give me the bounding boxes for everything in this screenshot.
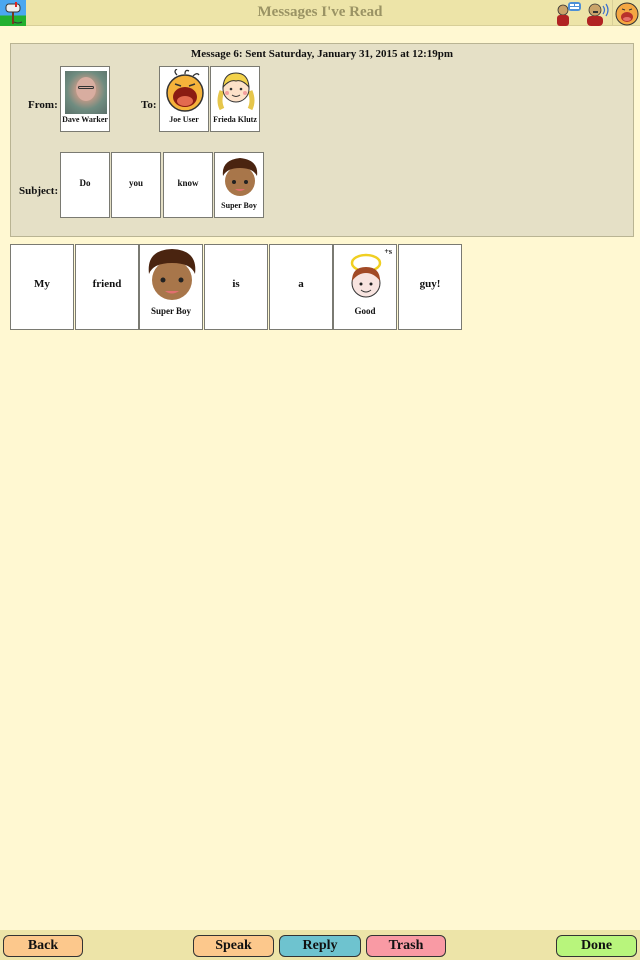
to-label: To:: [141, 99, 157, 111]
subject-word: you: [128, 178, 143, 188]
speak-icon[interactable]: [583, 0, 611, 26]
subject-label: Subject:: [19, 185, 59, 197]
subject-word: Do: [79, 178, 91, 188]
body-word: is: [232, 278, 240, 290]
super-boy-icon: [148, 249, 196, 300]
back-button[interactable]: Back: [3, 935, 83, 957]
footer-toolbar: Back Speak Reply Trash Done: [0, 930, 640, 960]
reply-button[interactable]: Reply: [279, 935, 361, 957]
girl-pigtails-icon: [217, 72, 255, 111]
subject-word: know: [177, 178, 199, 188]
subject-word-card[interactable]: Super Boy: [214, 152, 264, 218]
body-word-card[interactable]: guy!: [398, 244, 462, 330]
body-word-card[interactable]: friend: [75, 244, 139, 330]
body-word: a: [298, 278, 304, 290]
trash-button[interactable]: Trash: [366, 935, 446, 957]
super-boy-icon: [222, 158, 258, 196]
from-label: From:: [28, 99, 58, 111]
body-word: friend: [92, 278, 122, 290]
recipient-card[interactable]: Joe User: [159, 66, 209, 132]
photo-dave-warker: [65, 71, 107, 114]
body-word: guy!: [419, 278, 441, 290]
recipient-card[interactable]: Frieda Klutz: [210, 66, 260, 132]
laughing-face-icon: [166, 69, 204, 112]
subject-word: Super Boy: [221, 201, 257, 210]
body-word-card[interactable]: My: [10, 244, 74, 330]
page-title: Messages I've Read: [257, 4, 383, 20]
body-word-card[interactable]: +s Good: [333, 244, 397, 330]
body-word: Good: [354, 306, 376, 316]
body-word-card[interactable]: Super Boy: [139, 244, 203, 330]
body-word: My: [34, 278, 50, 290]
message-heading: Message 6: Sent Saturday, January 31, 20…: [190, 48, 454, 60]
angel-face-icon: [350, 253, 382, 298]
header-bar: Messages I've Read: [0, 0, 640, 26]
done-button[interactable]: Done: [556, 935, 637, 957]
recipient-name: Joe User: [169, 115, 199, 124]
body-word-card[interactable]: a: [269, 244, 333, 330]
subject-word-card[interactable]: know: [163, 152, 213, 218]
sender-card[interactable]: Dave Warker: [60, 66, 110, 132]
sender-name: Dave Warker: [62, 115, 108, 124]
chat-icon[interactable]: [555, 0, 583, 26]
modifier-badge: +s: [384, 247, 392, 256]
recipient-name: Frieda Klutz: [213, 115, 257, 124]
subject-word-card[interactable]: Do: [60, 152, 110, 218]
subject-word-card[interactable]: you: [111, 152, 161, 218]
body-word-card[interactable]: is: [204, 244, 268, 330]
body-word: Super Boy: [150, 306, 192, 316]
user-avatar-icon[interactable]: [612, 0, 640, 26]
speak-button[interactable]: Speak: [193, 935, 274, 957]
message-header-panel: Message 6: Sent Saturday, January 31, 20…: [10, 43, 634, 237]
